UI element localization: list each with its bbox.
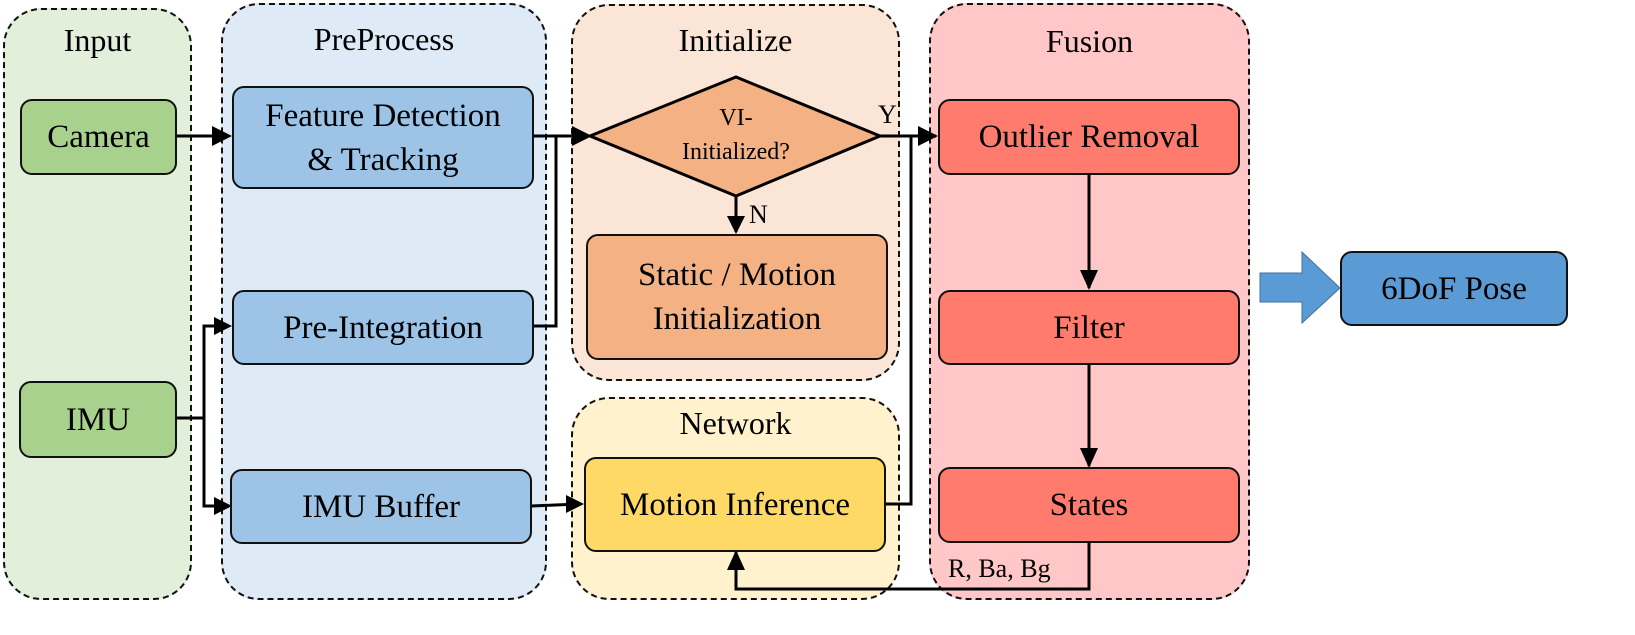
arrowhead xyxy=(566,495,584,513)
node-filter: Filter xyxy=(938,290,1240,365)
edge-label-no: N xyxy=(749,200,768,229)
arrowhead xyxy=(212,126,232,146)
node-feature-detection: Feature Detection & Tracking xyxy=(232,86,534,189)
node-imu-buffer: IMU Buffer xyxy=(230,469,532,544)
arrowhead xyxy=(1080,448,1098,468)
edge-label-feedback: R, Ba, Bg xyxy=(948,554,1051,583)
edge-preint-decision xyxy=(533,136,558,328)
node-imu: IMU xyxy=(19,381,177,458)
arrowhead xyxy=(727,216,745,234)
node-static-motion-init: Static / Motion Initialization xyxy=(586,234,888,360)
edge-label-yes: Y xyxy=(878,100,897,129)
edge-imu-preint xyxy=(176,324,228,420)
node-camera: Camera xyxy=(20,99,177,175)
arrowhead xyxy=(918,126,938,146)
arrowhead xyxy=(1080,270,1098,290)
arrowhead xyxy=(727,550,745,570)
output-arrow-icon xyxy=(1259,250,1341,325)
node-motion-inference: Motion Inference xyxy=(584,457,886,552)
arrowhead xyxy=(214,317,232,335)
edge-imu-buffer xyxy=(202,418,228,508)
node-pre-integration: Pre-Integration xyxy=(232,290,534,365)
decision-label: VI- Initialized? xyxy=(682,105,790,165)
edge-inference-outlier xyxy=(885,136,913,506)
node-outlier-removal: Outlier Removal xyxy=(938,99,1240,175)
node-6dof-pose: 6DoF Pose xyxy=(1340,251,1568,326)
node-states: States xyxy=(938,467,1240,543)
